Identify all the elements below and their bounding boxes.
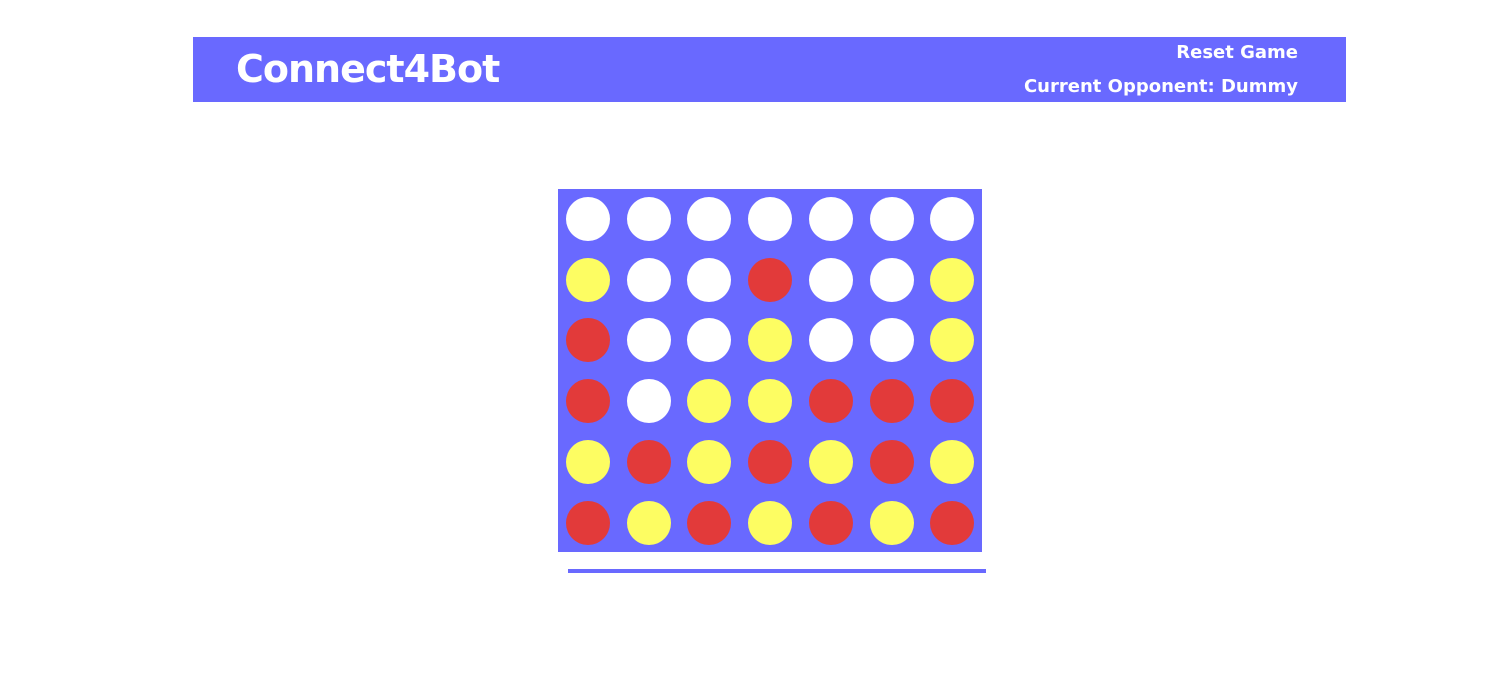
board-cell-r1-c1[interactable] [566, 197, 610, 241]
board-cell-r5-c5[interactable] [809, 440, 853, 484]
header-bar: Connect4Bot Reset Game Current Opponent:… [193, 37, 1346, 102]
board-cell-r4-c1[interactable] [566, 379, 610, 423]
current-opponent-label: Current Opponent: Dummy [1023, 76, 1298, 97]
board-cell-r1-c6[interactable] [870, 197, 914, 241]
board-cell-r2-c2[interactable] [627, 258, 671, 302]
board-cell-r3-c2[interactable] [627, 318, 671, 362]
board-base-line [568, 569, 986, 573]
board-cell-r3-c3[interactable] [687, 318, 731, 362]
board-cell-r6-c1[interactable] [566, 501, 610, 545]
header-actions: Reset Game Current Opponent: Dummy [1024, 41, 1298, 99]
board-cell-r2-c6[interactable] [870, 258, 914, 302]
app-title: Connect4Bot [236, 47, 500, 91]
board-cell-r1-c2[interactable] [627, 197, 671, 241]
game-board [558, 189, 982, 552]
board-cell-r4-c4[interactable] [748, 379, 792, 423]
board-cell-r2-c4[interactable] [748, 258, 792, 302]
board-cell-r5-c7[interactable] [930, 440, 974, 484]
board-cell-r2-c1[interactable] [566, 258, 610, 302]
reset-game-button[interactable]: Reset Game [1024, 41, 1298, 65]
board-cell-r3-c4[interactable] [748, 318, 792, 362]
board-cell-r5-c3[interactable] [687, 440, 731, 484]
board-cell-r6-c7[interactable] [930, 501, 974, 545]
board-cell-r3-c7[interactable] [930, 318, 974, 362]
board-cell-r6-c2[interactable] [627, 501, 671, 545]
board-cell-r1-c7[interactable] [930, 197, 974, 241]
board-cell-r4-c6[interactable] [870, 379, 914, 423]
board-cell-r2-c3[interactable] [687, 258, 731, 302]
board-cell-r5-c6[interactable] [870, 440, 914, 484]
board-cell-r5-c4[interactable] [748, 440, 792, 484]
board-cell-r6-c6[interactable] [870, 501, 914, 545]
board-cell-r6-c5[interactable] [809, 501, 853, 545]
board-cell-r4-c2[interactable] [627, 379, 671, 423]
board-cell-r4-c3[interactable] [687, 379, 731, 423]
board-cell-r1-c4[interactable] [748, 197, 792, 241]
board-cell-r4-c5[interactable] [809, 379, 853, 423]
board-cell-r2-c5[interactable] [809, 258, 853, 302]
board-cell-r4-c7[interactable] [930, 379, 974, 423]
board-cell-r5-c2[interactable] [627, 440, 671, 484]
board-cell-r1-c5[interactable] [809, 197, 853, 241]
board-cell-r6-c3[interactable] [687, 501, 731, 545]
board-cell-r2-c7[interactable] [930, 258, 974, 302]
board-cell-r5-c1[interactable] [566, 440, 610, 484]
board-cell-r3-c6[interactable] [870, 318, 914, 362]
board-cell-r3-c5[interactable] [809, 318, 853, 362]
board-cell-r6-c4[interactable] [748, 501, 792, 545]
board-cell-r3-c1[interactable] [566, 318, 610, 362]
board-cell-r1-c3[interactable] [687, 197, 731, 241]
